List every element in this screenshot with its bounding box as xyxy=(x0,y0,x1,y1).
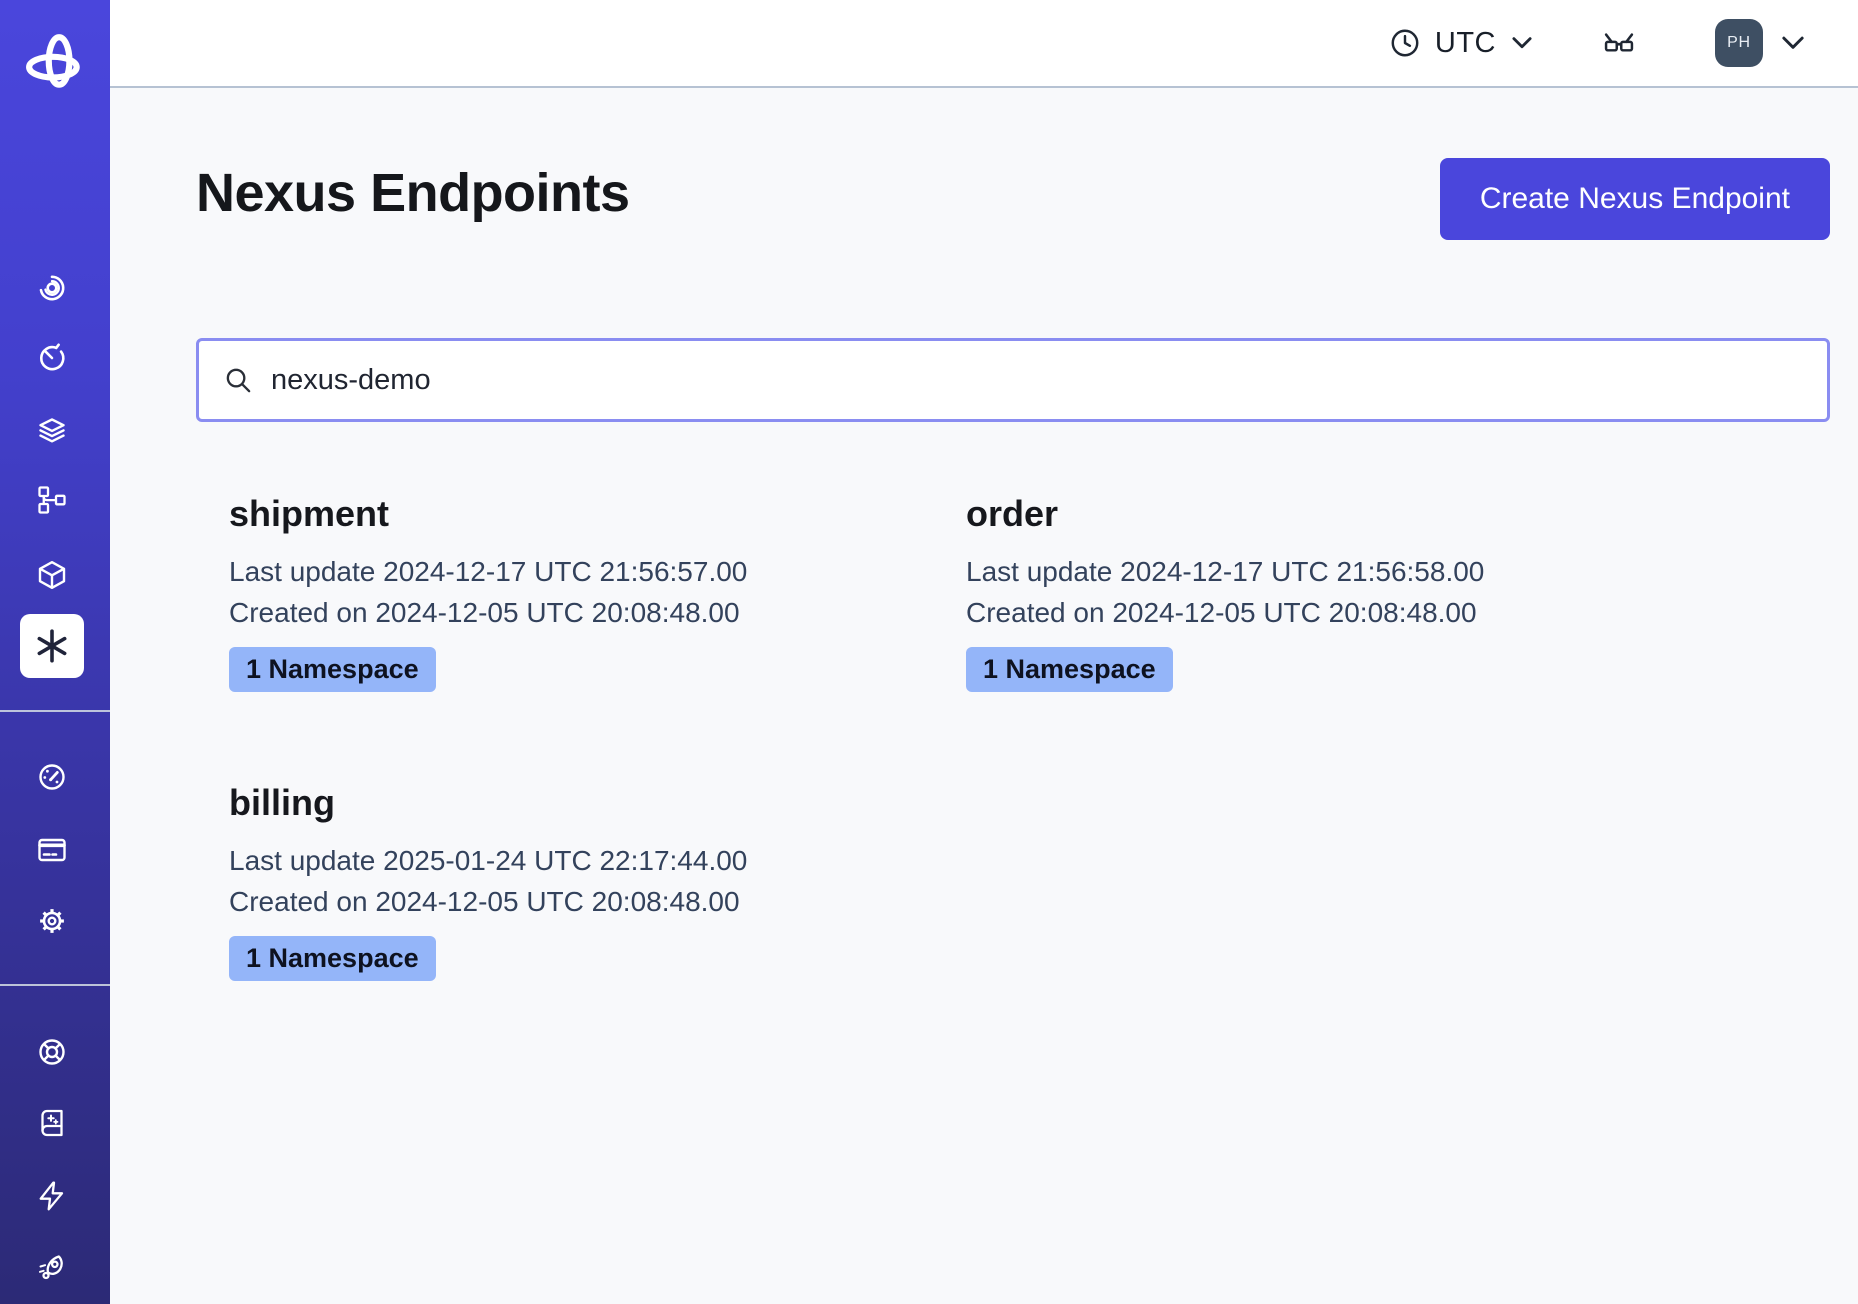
endpoint-list: shipment Last update 2024-12-17 UTC 21:5… xyxy=(229,493,1830,981)
sidebar-item-workflow[interactable] xyxy=(32,480,72,520)
main-content: Nexus Endpoints Create Nexus Endpoint sh… xyxy=(110,88,1858,1304)
endpoint-created: Created on 2024-12-05 UTC 20:08:48.00 xyxy=(229,592,966,633)
search-box xyxy=(196,338,1830,422)
sidebar-item-gauge[interactable] xyxy=(32,757,72,797)
avatar-initials: PH xyxy=(1727,34,1751,52)
gauge-icon xyxy=(36,761,68,793)
endpoint-last-update: Last update 2024-12-17 UTC 21:56:58.00 xyxy=(966,551,1830,592)
temporal-logo-icon xyxy=(25,34,87,92)
cube-icon xyxy=(36,559,68,591)
clock-icon xyxy=(1388,26,1422,60)
lifebuoy-icon xyxy=(36,1036,68,1068)
book-sparkles-icon xyxy=(36,1107,68,1139)
radar-icon xyxy=(36,272,68,304)
page-title: Nexus Endpoints xyxy=(196,162,630,224)
endpoint-name: order xyxy=(966,493,1830,535)
endpoint-created: Created on 2024-12-05 UTC 20:08:48.00 xyxy=(229,881,966,922)
endpoint-last-update: Last update 2025-01-24 UTC 22:17:44.00 xyxy=(229,840,966,881)
chevron-down-icon xyxy=(1509,33,1535,53)
endpoint-card-order[interactable]: order Last update 2024-12-17 UTC 21:56:5… xyxy=(966,493,1830,692)
account-menu-chevron[interactable] xyxy=(1778,32,1808,54)
search-input[interactable] xyxy=(271,364,1803,397)
sidebar-item-timer[interactable] xyxy=(32,338,72,378)
sidebar-item-feedback[interactable] xyxy=(32,1176,72,1216)
sidebar-item-getting-started[interactable] xyxy=(32,1248,72,1288)
sidebar-item-radar[interactable] xyxy=(32,268,72,308)
sidebar-item-billing[interactable] xyxy=(32,830,72,870)
namespace-badge: 1 Namespace xyxy=(229,647,436,692)
sidebar-divider xyxy=(0,984,110,986)
workflow-icon xyxy=(36,484,68,516)
sidebar-item-cube[interactable] xyxy=(32,555,72,595)
layers-icon xyxy=(36,415,68,447)
top-bar: UTC PH xyxy=(110,0,1858,88)
sidebar-item-nexus-active[interactable] xyxy=(20,614,84,678)
endpoint-last-update: Last update 2024-12-17 UTC 21:56:57.00 xyxy=(229,551,966,592)
chevron-down-icon xyxy=(1778,32,1808,54)
gear-icon xyxy=(36,905,68,937)
rocket-icon xyxy=(36,1252,68,1284)
endpoint-name: billing xyxy=(229,782,966,824)
asterisk-nexus-icon xyxy=(33,627,71,665)
endpoint-created: Created on 2024-12-05 UTC 20:08:48.00 xyxy=(966,592,1830,633)
create-nexus-endpoint-button[interactable]: Create Nexus Endpoint xyxy=(1440,158,1830,240)
namespace-badge: 1 Namespace xyxy=(966,647,1173,692)
lightning-icon xyxy=(36,1180,68,1212)
glasses-icon xyxy=(1601,25,1637,61)
sidebar-item-settings[interactable] xyxy=(32,901,72,941)
sidebar-item-docs[interactable] xyxy=(32,1103,72,1143)
endpoint-card-billing[interactable]: billing Last update 2025-01-24 UTC 22:17… xyxy=(229,782,966,981)
sidebar-item-layers[interactable] xyxy=(32,411,72,451)
sidebar-divider xyxy=(0,710,110,712)
sidebar xyxy=(0,0,110,1304)
endpoint-name: shipment xyxy=(229,493,966,535)
namespace-badge: 1 Namespace xyxy=(229,936,436,981)
search-icon xyxy=(223,365,254,396)
endpoint-card-shipment[interactable]: shipment Last update 2024-12-17 UTC 21:5… xyxy=(229,493,966,692)
sidebar-item-support[interactable] xyxy=(32,1032,72,1072)
timezone-selector[interactable]: UTC xyxy=(1388,26,1535,60)
billing-card-icon xyxy=(36,834,68,866)
avatar[interactable]: PH xyxy=(1715,19,1763,67)
timer-icon xyxy=(36,342,68,374)
timezone-label: UTC xyxy=(1435,27,1496,60)
labs-toggle[interactable] xyxy=(1601,25,1637,61)
temporal-logo[interactable] xyxy=(25,34,87,92)
